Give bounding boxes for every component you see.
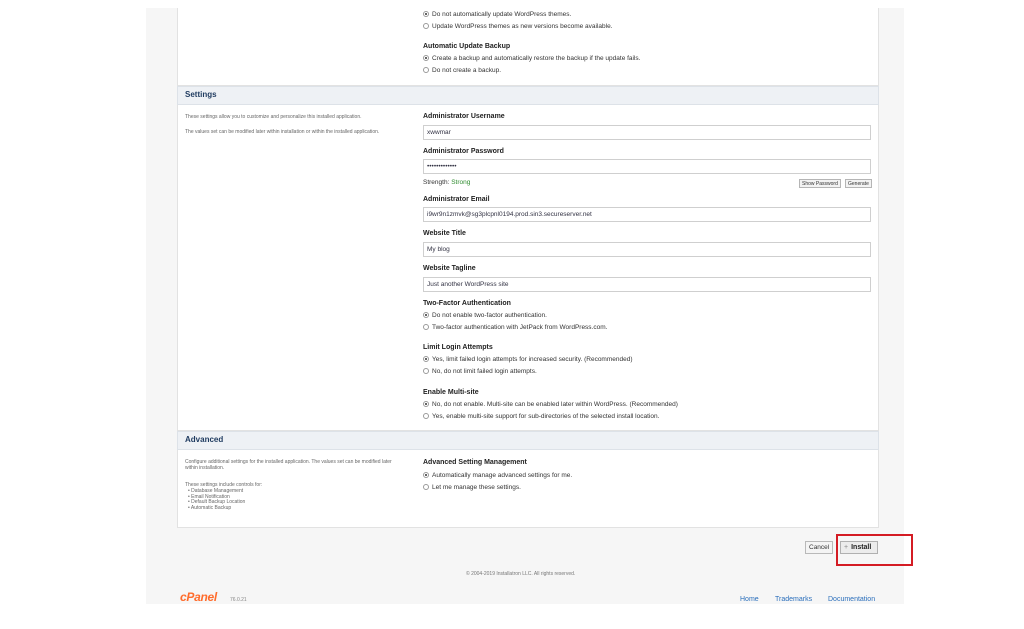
footer-copyright: © 2004-2019 Installatron LLC. All rights… [466, 571, 576, 577]
option-label: Create a backup and automatically restor… [432, 55, 641, 62]
password-strength: Strength: Strong [423, 179, 470, 186]
asm-option-manual[interactable]: Let me manage these settings. [423, 484, 521, 491]
backup-option-create[interactable]: Create a backup and automatically restor… [423, 55, 641, 62]
multisite-option-yes[interactable]: Yes, enable multi-site support for sub-d… [423, 413, 659, 420]
website-tagline-field[interactable]: Just another WordPress site [423, 277, 871, 292]
theme-option-no-update[interactable]: Do not automatically update WordPress th… [423, 11, 571, 18]
website-title-field[interactable]: My blog [423, 242, 871, 257]
radio-icon[interactable] [423, 312, 429, 318]
option-label: Automatically manage advanced settings f… [432, 472, 573, 479]
option-label: Do not enable two-factor authentication. [432, 312, 547, 319]
tfa-option-disable[interactable]: Do not enable two-factor authentication. [423, 312, 547, 319]
settings-panel [177, 105, 879, 431]
theme-option-update[interactable]: Update WordPress themes as new versions … [423, 23, 613, 30]
option-label: Do not automatically update WordPress th… [432, 11, 572, 18]
admin-username-label: Administrator Username [423, 113, 505, 120]
admin-password-field[interactable]: ••••••••••••• [423, 159, 871, 174]
strength-value: Strong [451, 179, 471, 186]
show-password-button[interactable]: Show Password [799, 179, 841, 188]
radio-icon[interactable] [423, 472, 429, 478]
radio-icon[interactable] [423, 324, 429, 330]
radio-icon[interactable] [423, 11, 429, 17]
footer-link-trademarks[interactable]: Trademarks [775, 596, 812, 603]
multisite-label: Enable Multi-site [423, 389, 479, 396]
backup-option-none[interactable]: Do not create a backup. [423, 67, 501, 74]
settings-header: Settings [177, 86, 879, 105]
footer-link-documentation[interactable]: Documentation [828, 596, 875, 603]
radio-icon[interactable] [423, 368, 429, 374]
limit-login-label: Limit Login Attempts [423, 344, 493, 351]
cancel-button[interactable]: Cancel [805, 541, 834, 554]
admin-email-label: Administrator Email [423, 196, 490, 203]
radio-icon[interactable] [423, 356, 429, 362]
option-label: Update WordPress themes as new versions … [432, 23, 613, 30]
option-label: No, do not limit failed login attempts. [432, 368, 537, 375]
advanced-header: Advanced [177, 431, 879, 450]
install-highlight-box [836, 534, 913, 566]
strength-label: Strength: [423, 179, 450, 186]
list-item: • Automatic Backup [188, 504, 232, 511]
admin-email-field[interactable]: i9wr9n1zmvk@sg3plcpnl0194.prod.sin3.secu… [423, 207, 871, 222]
footer-link-home[interactable]: Home [740, 596, 759, 603]
radio-icon[interactable] [423, 413, 429, 419]
cpanel-logo[interactable]: cPanel [180, 590, 217, 604]
settings-description-2: The values set can be modified later wit… [185, 129, 380, 135]
radio-icon[interactable] [423, 23, 429, 29]
radio-icon[interactable] [423, 55, 429, 61]
option-label: Two-factor authentication with JetPack f… [432, 324, 608, 331]
admin-password-label: Administrator Password [423, 148, 504, 155]
radio-icon[interactable] [423, 67, 429, 73]
multisite-option-no[interactable]: No, do not enable. Multi-site can be ena… [423, 401, 678, 408]
advanced-bullet-list: • Database Management • Email Notificati… [188, 488, 245, 511]
option-label: Let me manage these settings. [432, 484, 521, 491]
option-label: Do not create a backup. [432, 67, 502, 74]
limit-option-yes[interactable]: Yes, limit failed login attempts for inc… [423, 356, 633, 363]
website-title-label: Website Title [423, 230, 466, 237]
advanced-description-1: Configure additional settings for the in… [185, 459, 392, 471]
admin-username-field[interactable]: xwwmar [423, 125, 871, 140]
asm-label: Advanced Setting Management [423, 459, 527, 466]
generate-button[interactable]: Generate [845, 179, 872, 188]
asm-option-auto[interactable]: Automatically manage advanced settings f… [423, 472, 572, 479]
settings-header-title: Settings [185, 90, 217, 99]
option-label: Yes, limit failed login attempts for inc… [432, 356, 633, 363]
backup-title: Automatic Update Backup [423, 43, 511, 50]
tfa-label: Two-Factor Authentication [423, 300, 511, 307]
limit-option-no[interactable]: No, do not limit failed login attempts. [423, 368, 537, 375]
settings-description-1: These settings allow you to customize an… [185, 114, 362, 120]
radio-icon[interactable] [423, 401, 429, 407]
tfa-option-jetpack[interactable]: Two-factor authentication with JetPack f… [423, 324, 607, 331]
website-tagline-label: Website Tagline [423, 265, 476, 272]
option-label: Yes, enable multi-site support for sub-d… [432, 413, 660, 420]
option-label: No, do not enable. Multi-site can be ena… [432, 401, 678, 408]
cpanel-version: 76.0.21 [230, 597, 247, 603]
radio-icon[interactable] [423, 484, 429, 490]
advanced-header-title: Advanced [185, 435, 224, 444]
updates-panel [177, 8, 879, 86]
